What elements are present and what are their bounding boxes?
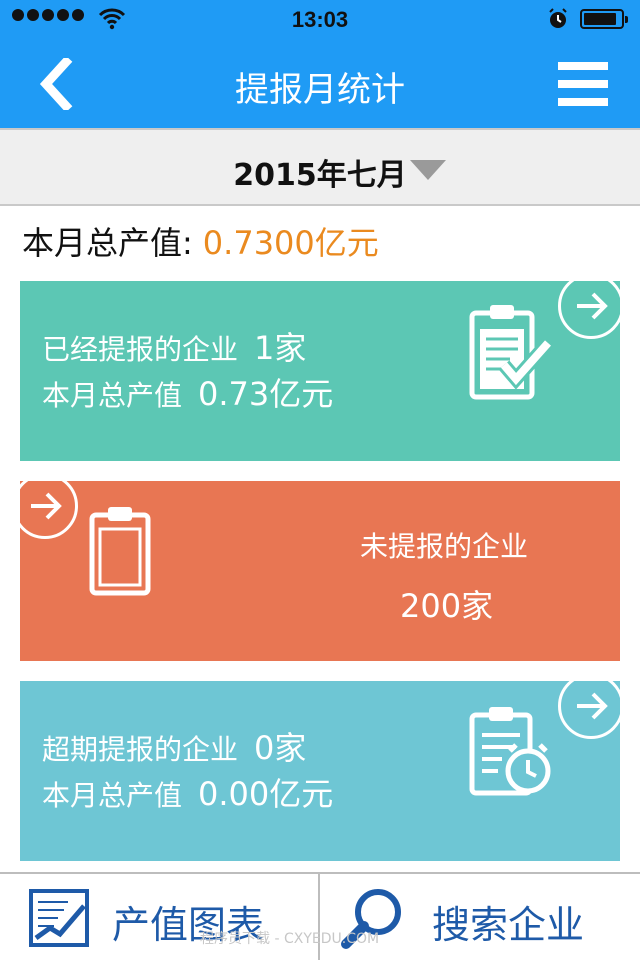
dropdown-arrow-icon bbox=[410, 160, 446, 180]
overdue-companies-card[interactable]: 超期提报的企业 0家 本月总产值 0.00亿元 bbox=[20, 681, 620, 861]
reported-output-value: 0.73亿元 bbox=[198, 375, 334, 413]
battery-icon bbox=[580, 9, 628, 29]
status-bar: 13:03 bbox=[0, 0, 640, 40]
monthly-total-value: 0.7300亿元 bbox=[202, 224, 379, 262]
tab-search-company-label: 搜索企业 bbox=[432, 903, 585, 947]
reported-label: 已经提报的企业 bbox=[42, 333, 239, 366]
page-title: 提报月统计 bbox=[235, 70, 405, 110]
alarm-icon bbox=[549, 8, 567, 28]
arrow-right-icon bbox=[558, 281, 620, 339]
unreported-count: 200家 bbox=[400, 587, 494, 625]
overdue-label: 超期提报的企业 bbox=[42, 733, 239, 766]
chart-icon bbox=[29, 889, 89, 947]
nav-bar: 提报月统计 bbox=[0, 40, 640, 128]
reported-output-label: 本月总产值 bbox=[42, 379, 183, 412]
hamburger-menu-icon bbox=[558, 62, 608, 70]
watermark: 程序员下载 - CXYEDU.COM bbox=[200, 931, 380, 947]
clipboard-alarm-icon bbox=[469, 707, 551, 796]
clipboard-icon bbox=[89, 507, 151, 596]
overdue-count: 0家 bbox=[254, 729, 307, 767]
unreported-label: 未提报的企业 bbox=[360, 530, 529, 563]
month-value: 2015年七月 bbox=[233, 158, 407, 193]
monthly-total-label: 本月总产值: bbox=[22, 224, 193, 262]
month-selector[interactable]: 2015年七月 bbox=[0, 128, 640, 206]
unreported-companies-card[interactable]: 未提报的企业 200家 bbox=[20, 481, 620, 661]
monthly-total: 本月总产值: 0.7300亿元 bbox=[22, 218, 379, 264]
reported-count: 1家 bbox=[254, 329, 307, 367]
status-time: 13:03 bbox=[291, 7, 349, 32]
arrow-right-icon bbox=[20, 481, 78, 539]
overdue-output-value: 0.00亿元 bbox=[198, 775, 334, 813]
menu-button[interactable] bbox=[558, 62, 608, 108]
arrow-right-icon bbox=[558, 681, 620, 739]
reported-companies-card[interactable]: 已经提报的企业 1家 本月总产值 0.73亿元 bbox=[20, 281, 620, 461]
clipboard-check-icon bbox=[469, 305, 552, 400]
overdue-output-label: 本月总产值 bbox=[42, 779, 183, 812]
